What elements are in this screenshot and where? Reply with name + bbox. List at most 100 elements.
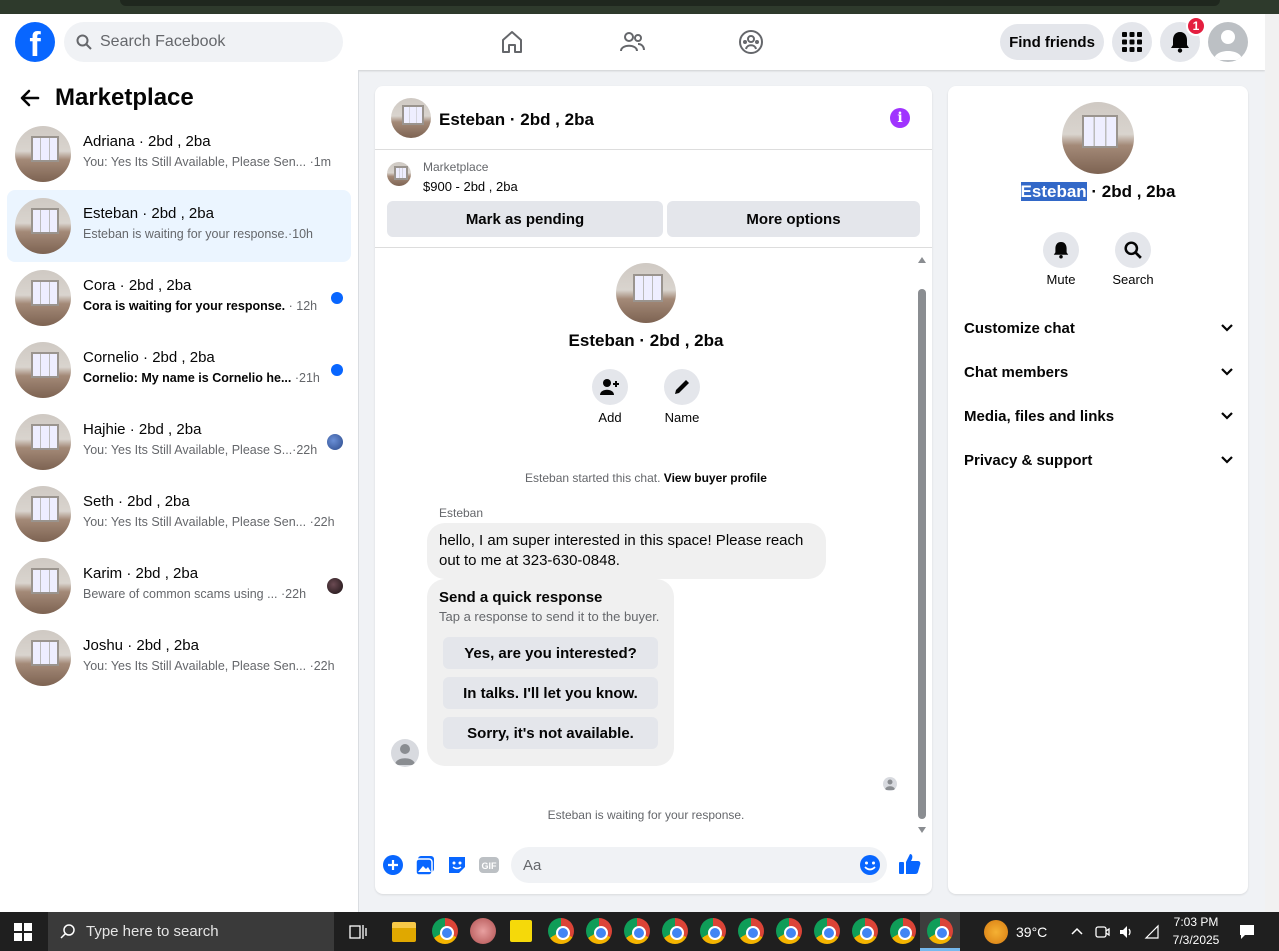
highlighted-name: Esteban	[1020, 182, 1087, 201]
thumbs-up-icon[interactable]	[898, 852, 922, 876]
buyer-name: Esteban · 2bd , 2ba	[568, 331, 724, 350]
marketplace-inbox-sidebar: Marketplace Adriana · 2bd , 2ba You: Yes…	[0, 70, 359, 912]
file-explorer-icon[interactable]	[392, 922, 416, 942]
quick-response-subtitle: Tap a response to send it to the buyer.	[439, 609, 660, 624]
volume-icon[interactable]	[1118, 924, 1134, 940]
conversation-snippet: You: Yes Its Still Available, Please S..…	[83, 443, 318, 457]
scroll-up-icon[interactable]	[918, 257, 926, 263]
back-arrow-icon[interactable]	[18, 86, 42, 115]
conversation-item-active[interactable]: Esteban · 2bd , 2ba Esteban is waiting f…	[7, 190, 351, 262]
chrome-icon-active[interactable]	[927, 918, 953, 944]
chrome-icon[interactable]	[548, 918, 574, 944]
chrome-icon[interactable]	[700, 918, 726, 944]
listing-thumbnail	[387, 162, 411, 186]
friends-icon[interactable]	[616, 26, 648, 58]
add-label: Add	[598, 410, 622, 425]
chrome-icon[interactable]	[890, 918, 916, 944]
chat-title[interactable]: Esteban · 2bd , 2ba	[439, 110, 594, 130]
conversation-item[interactable]: Hajhie · 2bd , 2ba You: Yes Its Still Av…	[7, 406, 351, 478]
top-navbar: f Search Facebook Find friends 1	[0, 14, 1265, 70]
chrome-icon[interactable]	[814, 918, 840, 944]
chrome-icon[interactable]	[432, 918, 458, 944]
clock-time[interactable]: 7:03 PM	[1168, 915, 1224, 929]
info-icon[interactable]: i	[890, 108, 910, 128]
search-label: Search	[1112, 272, 1154, 287]
add-person-icon[interactable]	[592, 369, 628, 405]
conversation-item[interactable]: Joshu · 2bd , 2ba You: Yes Its Still Ava…	[7, 622, 351, 694]
customize-chat-section[interactable]: Customize chat	[964, 308, 1234, 348]
search-input[interactable]: Search Facebook	[64, 22, 343, 62]
search-icon[interactable]	[1115, 232, 1151, 268]
conversation-item[interactable]: Cornelio · 2bd , 2ba Cornelio: My name i…	[7, 334, 351, 406]
name-label: Name	[664, 410, 700, 425]
meet-now-icon[interactable]	[1094, 924, 1110, 940]
more-options-button[interactable]: More options	[667, 201, 920, 237]
conversation-item[interactable]: Adriana · 2bd , 2ba You: Yes Its Still A…	[7, 118, 351, 190]
chrome-icon[interactable]	[776, 918, 802, 944]
listing-source: Marketplace	[423, 160, 489, 174]
seen-indicator-icon	[883, 777, 897, 791]
chat-avatar[interactable]	[391, 98, 431, 138]
tray-chevron-up-icon[interactable]	[1070, 926, 1084, 936]
pencil-icon[interactable]	[664, 369, 700, 405]
notification-center-icon[interactable]	[1238, 923, 1256, 941]
gif-icon[interactable]: GIF	[478, 854, 500, 876]
chrome-icon[interactable]	[852, 918, 878, 944]
account-avatar[interactable]	[1208, 22, 1248, 62]
conversation-title: Seth · 2bd , 2ba	[83, 493, 190, 510]
chat-members-section[interactable]: Chat members	[964, 352, 1234, 392]
emoji-icon[interactable]	[859, 854, 881, 876]
conversation-title: Hajhie · 2bd , 2ba	[83, 421, 202, 438]
clock-date[interactable]: 7/3/2025	[1168, 933, 1224, 947]
conversation-item[interactable]: Seth · 2bd , 2ba You: Yes Its Still Avai…	[7, 478, 351, 550]
listing-banner: Marketplace $900 - 2bd , 2ba Mark as pen…	[375, 150, 932, 248]
page-scrollbar[interactable]	[1265, 14, 1279, 912]
privacy-support-section[interactable]: Privacy & support	[964, 440, 1234, 480]
browser-top-strip	[0, 0, 1279, 14]
conversation-snippet: Cora is waiting for your response. · 12h	[83, 299, 318, 313]
sticky-notes-icon[interactable]	[510, 920, 532, 942]
sticker-icon[interactable]	[446, 854, 468, 876]
listing-thumbnail	[15, 630, 71, 686]
taskbar-search-input[interactable]: Type here to search	[48, 912, 334, 951]
chrome-icon[interactable]	[662, 918, 688, 944]
details-avatar[interactable]	[1062, 102, 1134, 174]
message-input[interactable]: Aa	[511, 847, 887, 883]
waiting-notice: Esteban is waiting for your response.	[547, 808, 745, 822]
windows-start-icon[interactable]	[14, 923, 32, 941]
quick-response-option[interactable]: Yes, are you interested?	[443, 637, 658, 669]
conversation-title: Cornelio · 2bd , 2ba	[83, 349, 215, 366]
temperature[interactable]: 39°C	[1016, 924, 1047, 940]
listing-thumbnail	[15, 414, 71, 470]
weather-icon[interactable]	[984, 920, 1008, 944]
find-friends-button[interactable]: Find friends	[1000, 24, 1104, 60]
thread-scrollbar[interactable]	[916, 257, 928, 833]
listing-detail[interactable]: $900 - 2bd , 2ba	[423, 179, 518, 194]
network-icon[interactable]	[1144, 924, 1160, 940]
conversation-item[interactable]: Karim · 2bd , 2ba Beware of common scams…	[7, 550, 351, 622]
buyer-avatar[interactable]	[616, 263, 676, 323]
plus-circle-icon[interactable]	[382, 854, 404, 876]
media-files-links-section[interactable]: Media, files and links	[964, 396, 1234, 436]
conversation-item[interactable]: Cora · 2bd , 2ba Cora is waiting for you…	[7, 262, 351, 334]
home-icon[interactable]	[496, 26, 528, 58]
mute-bell-icon[interactable]	[1043, 232, 1079, 268]
chrome-icon[interactable]	[738, 918, 764, 944]
chrome-icon[interactable]	[624, 918, 650, 944]
chevron-down-icon	[1221, 456, 1233, 464]
photo-icon[interactable]	[414, 854, 436, 876]
listing-thumbnail	[15, 126, 71, 182]
task-view-icon[interactable]	[349, 923, 367, 941]
app-icon[interactable]	[470, 918, 496, 944]
chrome-icon[interactable]	[586, 918, 612, 944]
groups-icon[interactable]	[735, 26, 767, 58]
mark-as-pending-button[interactable]: Mark as pending	[387, 201, 663, 237]
facebook-logo[interactable]: f	[15, 22, 55, 62]
menu-grid-icon[interactable]	[1112, 22, 1152, 62]
quick-response-option[interactable]: Sorry, it's not available.	[443, 717, 658, 749]
conversation-title: Adriana · 2bd , 2ba	[83, 133, 211, 150]
view-buyer-profile-link[interactable]: View buyer profile	[664, 471, 767, 485]
listing-thumbnail	[15, 486, 71, 542]
quick-response-option[interactable]: In talks. I'll let you know.	[443, 677, 658, 709]
scroll-down-icon[interactable]	[918, 827, 926, 833]
